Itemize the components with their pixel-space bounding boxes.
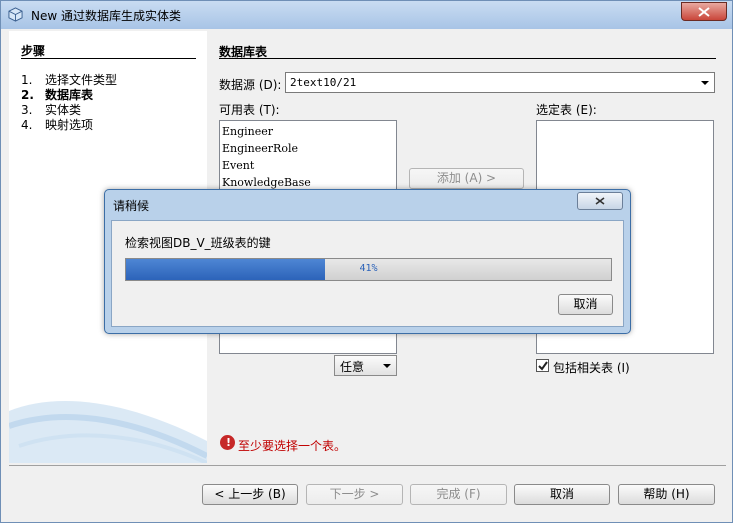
selected-tables-label: 选定表 (E): [536,103,597,117]
datasource-label: 数据源 (D): [219,78,282,92]
progress-dialog: 请稍候 检索视图DB_V_班级表的键 41% 取消 [104,189,631,334]
step-4: 4. 映射选项 [21,118,94,132]
dialog-close-button[interactable] [577,192,623,210]
progress-bar: 41% [125,258,612,281]
dialog-title: 请稍候 [113,199,150,213]
filter-select[interactable]: 任意 [334,355,397,376]
progress-message: 检索视图DB_V_班级表的键 [125,236,271,250]
dialog-body: 检索视图DB_V_班级表的键 41% 取消 [111,220,624,327]
footer-divider [9,465,726,466]
cancel-button[interactable]: 取消 [514,484,610,505]
wizard-window: New 通过数据库生成实体类 步骤 1. 选择文件类型 2. 数据库表 3. 实体类 … [0,0,733,523]
list-item[interactable]: EngineerRole [222,142,298,155]
checkmark-icon [538,361,548,371]
finish-button[interactable]: 完成 (F) [410,484,507,505]
error-icon: ! [220,435,235,450]
close-icon [698,7,710,17]
include-related-label[interactable]: 包括相关表 (I) [553,359,630,376]
section-divider [219,58,716,59]
steps-title: 步骤 [21,44,46,58]
list-item[interactable]: Engineer [222,125,273,138]
help-button[interactable]: 帮助 (H) [618,484,715,505]
list-item[interactable]: Event [222,159,254,172]
dialog-cancel-button[interactable]: 取消 [558,294,613,315]
error-message: 至少要选择一个表。 [238,439,347,453]
datasource-value: 2text10/21 [290,76,357,89]
datasource-combo[interactable]: 2text10/21 [285,72,715,93]
window-close-button[interactable] [681,2,727,21]
filter-value: 任意 [340,360,365,374]
chevron-down-icon [383,364,391,368]
app-cube-icon [8,7,23,22]
title-bar[interactable]: New 通过数据库生成实体类 [1,1,732,29]
window-title: New 通过数据库生成实体类 [31,9,181,23]
include-related-checkbox[interactable] [536,359,549,372]
progress-text: 41% [359,263,378,274]
steps-divider [21,58,196,59]
list-item[interactable]: KnowledgeBase [222,176,311,189]
add-button[interactable]: 添加 (A) > [409,168,524,189]
back-button[interactable]: < 上一步 (B) [202,484,298,505]
close-icon [595,197,605,205]
available-tables-label: 可用表 (T): [219,103,280,117]
chevron-down-icon [701,81,709,85]
decorative-swoosh [9,401,207,463]
next-button[interactable]: 下一步 > [306,484,403,505]
